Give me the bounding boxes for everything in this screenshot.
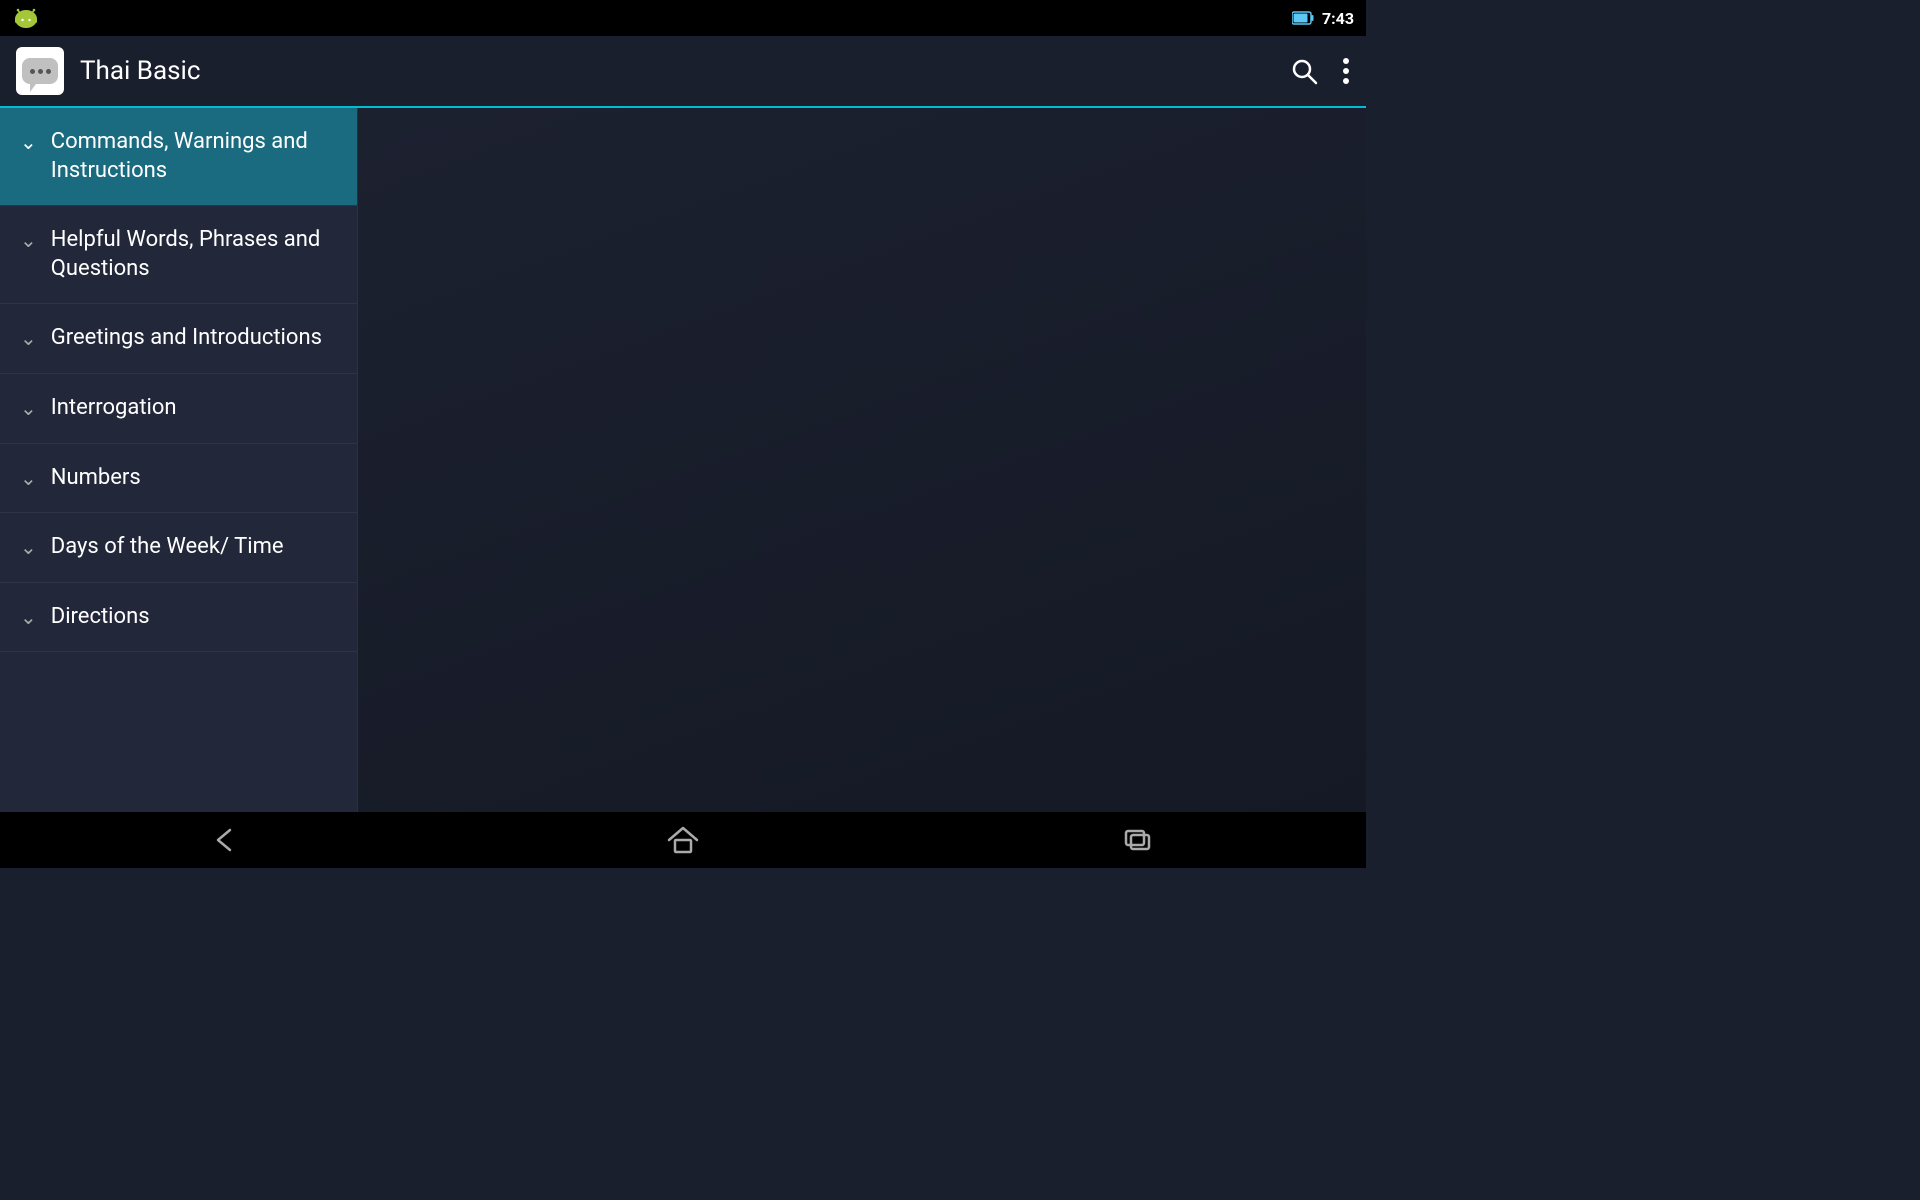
system-nav-bar [0, 812, 1366, 868]
battery-icon [1292, 11, 1314, 25]
status-bar-right: 7:43 [1292, 9, 1354, 28]
back-icon [212, 826, 244, 854]
overflow-menu-icon [1342, 57, 1350, 85]
time-display: 7:43 [1322, 9, 1354, 28]
search-icon [1290, 57, 1318, 85]
sidebar-item-label: Directions [51, 603, 150, 632]
sidebar-item-interrogation[interactable]: ⌄ Interrogation [0, 374, 357, 444]
search-button[interactable] [1290, 57, 1318, 85]
sidebar-nav: ⌄ Commands, Warnings and Instructions ⌄ … [0, 108, 358, 812]
sidebar-item-label: Numbers [51, 464, 141, 493]
overflow-menu-button[interactable] [1342, 57, 1350, 85]
speech-dot [46, 69, 51, 74]
chevron-down-icon: ⌄ [20, 535, 37, 559]
sidebar-item-directions[interactable]: ⌄ Directions [0, 583, 357, 653]
app-toolbar: Thai Basic [0, 36, 1366, 108]
app-icon [16, 47, 64, 95]
chevron-down-icon: ⌄ [20, 605, 37, 629]
speech-dot [30, 69, 35, 74]
sidebar-item-days[interactable]: ⌄ Days of the Week/ Time [0, 513, 357, 583]
sidebar-item-label: Greetings and Introductions [51, 324, 322, 353]
status-bar-left [12, 4, 40, 32]
chevron-down-icon: ⌄ [20, 228, 37, 252]
sidebar-item-helpful[interactable]: ⌄ Helpful Words, Phrases and Questions [0, 206, 357, 304]
status-bar: 7:43 [0, 0, 1366, 36]
chevron-down-icon: ⌄ [20, 130, 37, 154]
sidebar-item-commands[interactable]: ⌄ Commands, Warnings and Instructions [0, 108, 357, 206]
toolbar-icons [1290, 57, 1350, 85]
content-panel [358, 108, 1366, 812]
recent-apps-icon [1122, 826, 1154, 854]
main-content: ⌄ Commands, Warnings and Instructions ⌄ … [0, 108, 1366, 812]
chevron-down-icon: ⌄ [20, 466, 37, 490]
home-button[interactable] [627, 816, 739, 864]
home-icon [667, 826, 699, 854]
recent-apps-button[interactable] [1082, 816, 1194, 864]
chevron-down-icon: ⌄ [20, 396, 37, 420]
speech-dot [38, 69, 43, 74]
speech-dots [30, 69, 51, 74]
back-button[interactable] [172, 816, 284, 864]
sidebar-item-greetings[interactable]: ⌄ Greetings and Introductions [0, 304, 357, 374]
sidebar-item-label: Commands, Warnings and Instructions [51, 128, 337, 185]
sidebar-item-numbers[interactable]: ⌄ Numbers [0, 444, 357, 514]
sidebar-item-label: Helpful Words, Phrases and Questions [51, 226, 337, 283]
app-title: Thai Basic [80, 56, 1274, 86]
sidebar-item-label: Interrogation [51, 394, 177, 423]
chevron-down-icon: ⌄ [20, 326, 37, 350]
android-icon [12, 4, 40, 32]
speech-bubble-icon [22, 58, 58, 84]
sidebar-item-label: Days of the Week/ Time [51, 533, 284, 562]
